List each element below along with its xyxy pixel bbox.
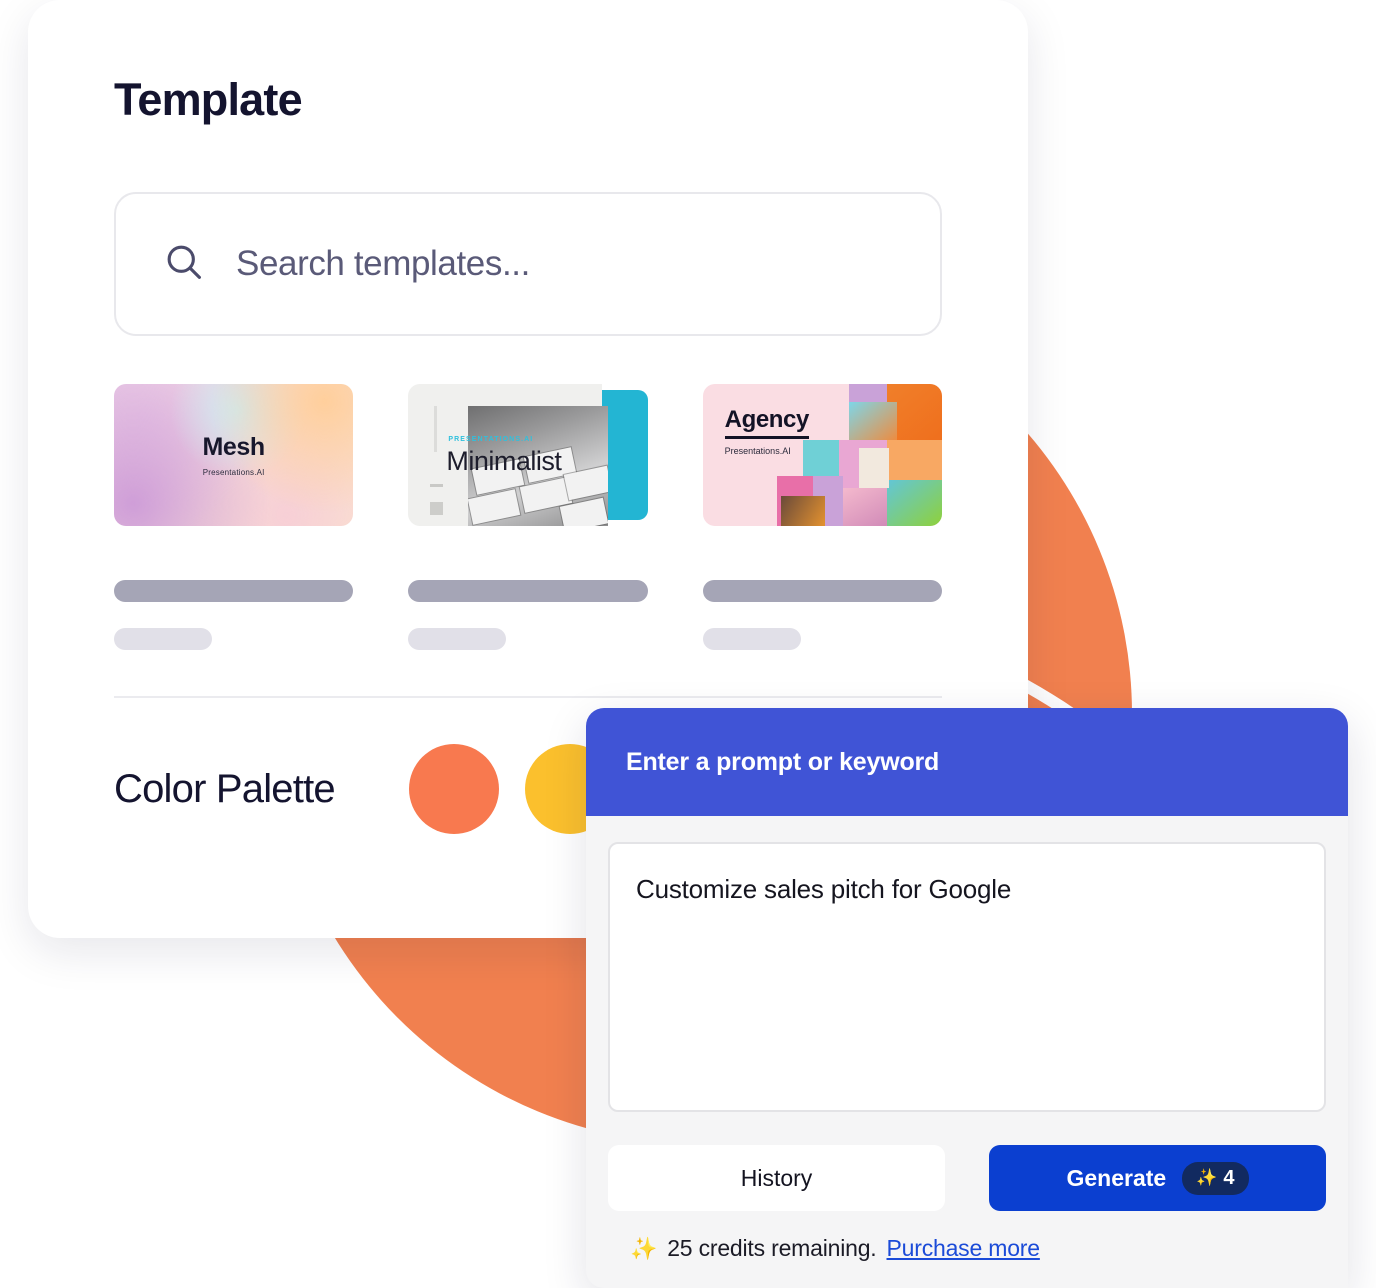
template-grid: Mesh Presentations.AI PRESENTATIONS.AI M… <box>114 384 942 650</box>
prompt-dialog-header: Enter a prompt or keyword <box>586 708 1348 816</box>
skeleton-meta-bar <box>114 628 213 650</box>
credits-status: ✨ 25 credits remaining. Purchase more <box>608 1235 1326 1262</box>
skeleton-title-bar <box>114 580 354 602</box>
skeleton-meta-bar <box>702 628 801 650</box>
template-thumbnail-mesh[interactable]: Mesh Presentations.AI <box>114 384 354 526</box>
mesh-brand: Presentations.AI <box>202 468 265 477</box>
skeleton-title-bar <box>702 580 942 602</box>
minimalist-rule-bottom <box>430 502 444 515</box>
sparkle-icon: ✨ <box>1196 1168 1218 1187</box>
minimalist-kicker: PRESENTATIONS.AI <box>448 436 534 443</box>
section-divider <box>114 696 942 698</box>
template-thumbnail-agency[interactable]: Agency Presentations.AI <box>702 384 942 526</box>
agency-title: Agency <box>724 406 809 439</box>
template-card-mesh[interactable]: Mesh Presentations.AI <box>114 384 354 650</box>
generate-button-label: Generate <box>1066 1164 1167 1191</box>
search-icon <box>162 240 206 289</box>
template-card-agency[interactable]: Agency Presentations.AI <box>702 384 942 650</box>
history-button-label: History <box>740 1164 813 1191</box>
prompt-dialog: Enter a prompt or keyword History Genera… <box>586 708 1348 1288</box>
mesh-title: Mesh <box>202 433 266 461</box>
prompt-dialog-body: History Generate ✨ 4 ✨ 25 credits remain… <box>586 816 1348 1262</box>
screenshot-stage: Template Search templates... Mesh Presen… <box>0 0 1376 1288</box>
generate-cost-badge: ✨ 4 <box>1182 1161 1249 1195</box>
color-swatch-list <box>408 744 615 834</box>
generate-button[interactable]: Generate ✨ 4 <box>989 1145 1326 1211</box>
template-thumbnail-minimalist[interactable]: PRESENTATIONS.AI Minimalist <box>408 384 648 526</box>
skeleton-meta-bar <box>408 628 507 650</box>
skeleton-title-bar <box>408 580 648 602</box>
history-button[interactable]: History <box>608 1145 945 1211</box>
generate-cost-value: 4 <box>1223 1166 1235 1189</box>
color-palette-label: Color Palette <box>114 766 336 811</box>
agency-brand: Presentations.AI <box>724 446 791 456</box>
search-input[interactable]: Search templates... <box>114 192 942 336</box>
minimalist-rule-top <box>434 406 438 452</box>
prompt-dialog-title: Enter a prompt or keyword <box>626 747 940 776</box>
sparkle-icon: ✨ <box>630 1235 658 1261</box>
minimalist-rule-mid <box>430 484 444 487</box>
template-card-minimalist[interactable]: PRESENTATIONS.AI Minimalist <box>408 384 648 650</box>
prompt-actions: History Generate ✨ 4 <box>608 1145 1326 1211</box>
color-swatch-orange[interactable] <box>408 744 499 834</box>
minimalist-title: Minimalist <box>446 446 562 476</box>
prompt-textarea[interactable] <box>608 842 1326 1112</box>
search-placeholder: Search templates... <box>236 244 530 283</box>
credits-text: 25 credits remaining. <box>667 1235 877 1261</box>
purchase-more-link[interactable]: Purchase more <box>887 1235 1041 1262</box>
page-title: Template <box>114 74 303 125</box>
